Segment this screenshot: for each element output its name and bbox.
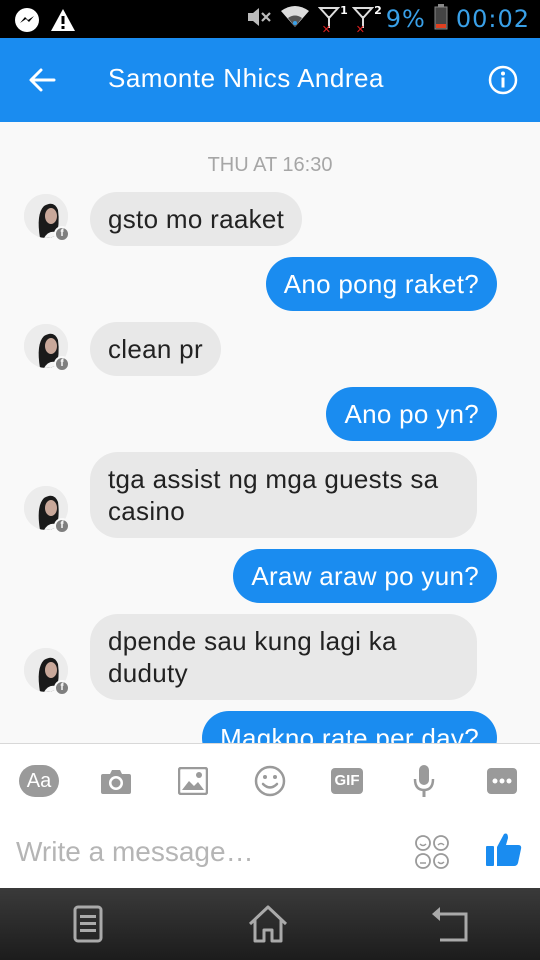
gif-icon[interactable]: GIF [327,764,367,798]
sticker-icon[interactable] [414,834,450,870]
text-format-label: Aa [26,770,52,792]
gif-label: GIF [334,772,360,789]
wifi-icon [280,5,310,33]
sim1-label: 1 [340,4,348,17]
status-bar: 1 ✕ 2 ✕ 9% 00:02 [0,0,540,38]
message-bubble-outgoing[interactable]: Ano pong raket? [265,257,497,311]
emoji-icon[interactable] [250,764,290,798]
conversation-header: Samonte Nhics Andrea [0,38,540,122]
avatar[interactable]: f [24,648,70,700]
more-icon[interactable] [482,764,522,798]
gallery-icon[interactable] [173,764,213,798]
battery-percent: 9% [385,5,426,33]
camera-icon[interactable] [96,764,136,798]
messenger-icon [14,7,40,37]
message-bubble-incoming[interactable]: dpende sau kung lagi ka duduty [90,614,477,700]
menu-icon[interactable] [66,902,110,946]
facebook-badge-icon: f [54,226,70,242]
message-bubble-incoming[interactable]: gsto mo raaket [90,192,303,246]
thumbs-up-icon[interactable] [484,830,524,870]
clock: 00:02 [455,5,530,33]
avatar[interactable]: f [24,324,70,376]
microphone-icon[interactable] [404,764,444,798]
system-nav-bar [0,888,540,960]
message-list[interactable]: THU AT 16:30 f gsto mo raaket Ano pong r… [0,122,540,743]
battery-icon [434,4,448,34]
avatar[interactable]: f [24,486,70,538]
message-bubble-outgoing[interactable]: Araw araw po yun? [233,549,497,603]
facebook-badge-icon: f [54,518,70,534]
contact-name[interactable]: Samonte Nhics Andrea [108,63,384,94]
text-format-icon[interactable]: Aa [18,764,60,798]
home-icon[interactable] [246,902,290,946]
no-signal-mark: ✕ [321,23,331,36]
sim2-label: 2 [374,4,382,17]
back-icon[interactable] [428,902,472,946]
signal-icon: 1 ✕ [317,4,348,36]
info-icon[interactable] [488,65,518,95]
composer-toolbar: Aa GIF [0,744,540,816]
message-timestamp: THU AT 16:30 [207,154,333,176]
message-bubble-incoming[interactable]: clean pr [90,322,221,376]
no-signal-mark: ✕ [355,23,365,36]
back-arrow-icon[interactable] [26,64,58,96]
mute-icon [246,6,272,32]
warning-icon [50,8,76,36]
message-bubble-outgoing[interactable]: Ano po yn? [326,387,497,441]
message-bubble-incoming[interactable]: tga assist ng mga guests sa casino [90,452,477,538]
message-input[interactable] [16,830,396,874]
facebook-badge-icon: f [54,356,70,372]
avatar[interactable]: f [24,194,70,246]
signal-icon: 2 ✕ [351,4,382,36]
message-bubble-outgoing[interactable]: Magkno rate per day? [202,711,497,743]
facebook-badge-icon: f [54,680,70,696]
composer-input-row [0,816,540,888]
